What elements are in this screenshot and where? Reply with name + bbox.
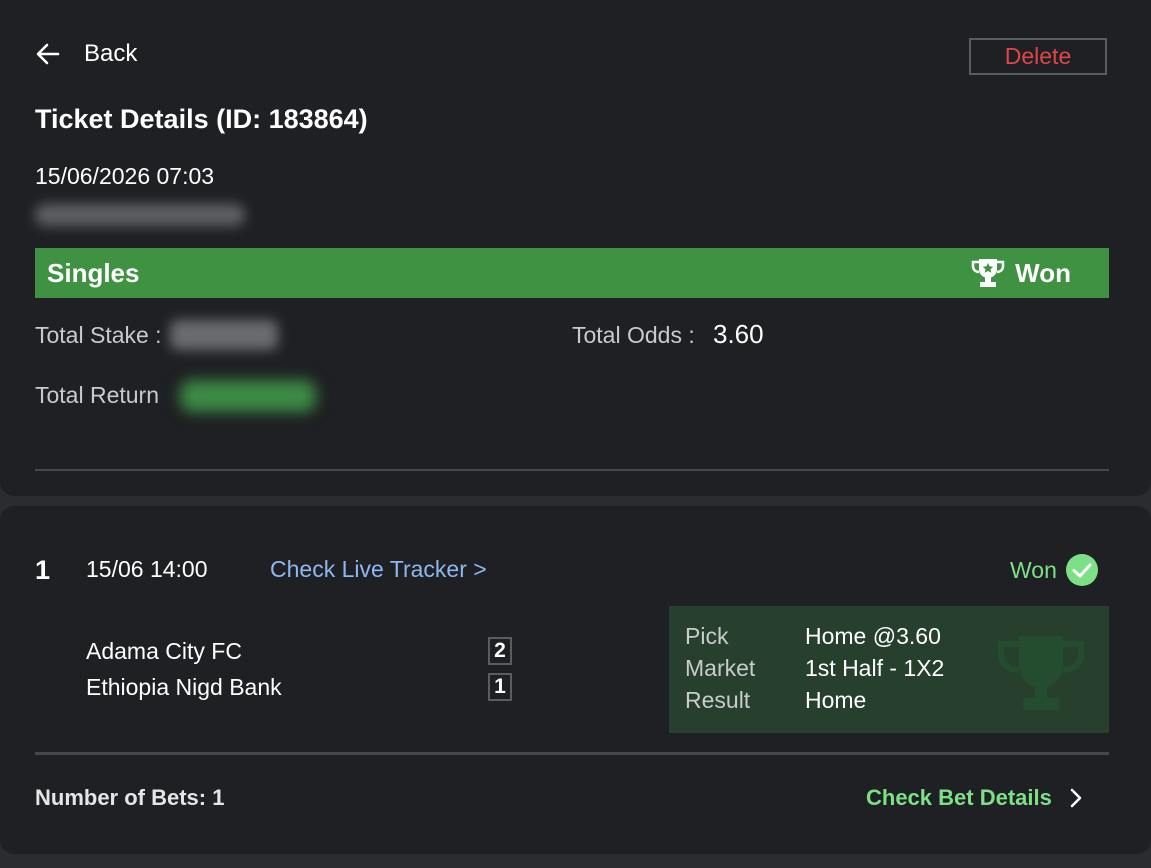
ticket-status-label: Won [1015, 257, 1071, 288]
market-value: 1st Half - 1X2 [805, 655, 945, 681]
total-odds-label: Total Odds : [572, 322, 695, 348]
bet-type-banner: Singles Won [35, 248, 1109, 298]
back-label: Back [84, 40, 138, 67]
total-stake-value-redacted [170, 320, 278, 350]
chevron-right-icon [1070, 788, 1082, 808]
ticket-datetime: 15/06/2026 07:03 [35, 163, 215, 189]
check-bet-details-link[interactable]: Check Bet Details [866, 785, 1084, 811]
result-row: Result Home [685, 687, 866, 714]
divider [35, 752, 1109, 755]
total-stake-label: Total Stake : [35, 322, 162, 348]
trophy-watermark-icon [998, 636, 1084, 710]
away-team-name: Ethiopia Nigd Bank [86, 674, 282, 700]
away-team-score: 1 [488, 673, 512, 701]
pick-row: Pick Home @3.60 [685, 623, 941, 650]
match-time: 15/06 14:00 [86, 556, 208, 582]
check-circle-icon [1065, 554, 1098, 586]
result-value: Home [805, 687, 867, 713]
bet-status: Won [1010, 553, 1099, 587]
pick-label: Pick [685, 623, 729, 649]
market-label: Market [685, 655, 756, 681]
market-row: Market 1st Half - 1X2 [685, 655, 944, 682]
bet-status-label: Won [1010, 556, 1057, 583]
ticket-status: Won [971, 257, 1071, 289]
total-return-value-redacted [180, 380, 316, 412]
result-label: Result [685, 687, 751, 713]
trophy-icon [971, 259, 1005, 287]
delete-button[interactable]: Delete [969, 38, 1107, 75]
home-team-score: 2 [488, 637, 512, 665]
bet-type-label: Singles [47, 257, 140, 288]
total-return-label: Total Return [35, 382, 160, 408]
bet-index: 1 [35, 555, 51, 585]
check-bet-details-label: Check Bet Details [866, 785, 1052, 810]
total-odds-value: 3.60 [713, 319, 764, 349]
arrow-left-icon [36, 43, 60, 65]
back-button[interactable]: Back [34, 40, 137, 68]
page-title: Ticket Details (ID: 183864) [35, 104, 368, 134]
number-of-bets: Number of Bets: 1 [35, 785, 225, 810]
divider [35, 469, 1109, 471]
pick-value: Home @3.60 [805, 623, 941, 649]
home-team-name: Adama City FC [86, 638, 242, 664]
redacted-subtitle [35, 204, 245, 226]
selection-details-panel: Pick Home @3.60 Market 1st Half - 1X2 Re… [669, 606, 1109, 733]
live-tracker-link[interactable]: Check Live Tracker > [270, 556, 487, 583]
